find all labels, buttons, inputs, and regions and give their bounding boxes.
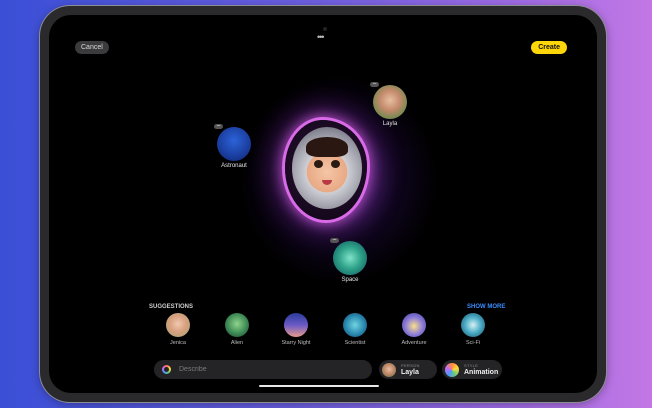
suggestion-starry-night[interactable]: Starry Night [276, 313, 316, 346]
suggestion-label: Alien [230, 340, 244, 346]
landscape-icon [402, 313, 426, 337]
preview-hair [306, 137, 348, 157]
show-more-link[interactable]: SHOW MORE [467, 304, 505, 310]
spaceship-icon [461, 313, 485, 337]
suggestion-label: Scientist [344, 340, 366, 346]
person-avatar-icon [382, 362, 396, 377]
remove-concept-icon[interactable]: – [370, 81, 379, 87]
suggestion-label: Starry Night [281, 340, 311, 346]
concept-label: Layla [382, 121, 398, 127]
planet-icon: – [330, 237, 367, 275]
ipad-frame: Cancel ••• Create – Astronaut – Layla – [40, 6, 606, 402]
suggestion-jenica[interactable]: Jenica [158, 313, 198, 346]
person-chip[interactable]: PERSON Layla [379, 360, 437, 379]
concept-label: Astronaut [221, 163, 247, 169]
chip-caption: PERSON [401, 362, 420, 368]
flask-icon [343, 313, 367, 337]
ellipsis-icon[interactable]: ••• [317, 32, 325, 42]
suggestion-label: Adventure [401, 340, 427, 346]
suggestion-alien[interactable]: Alien [217, 313, 257, 346]
remove-concept-icon[interactable]: – [330, 237, 339, 243]
person-avatar-icon: – [370, 81, 407, 119]
camera [323, 27, 327, 31]
sparkle-icon [162, 365, 171, 374]
image-playground-screen: Cancel ••• Create – Astronaut – Layla – [49, 15, 597, 393]
suggestion-adventure[interactable]: Adventure [394, 313, 434, 346]
chip-value: Layla [401, 368, 419, 376]
cancel-button[interactable]: Cancel [75, 41, 109, 54]
describe-field[interactable] [154, 360, 372, 379]
chip-caption: STYLE [464, 362, 479, 368]
concept-layla[interactable]: – Layla [370, 81, 407, 127]
concept-space[interactable]: – Space [330, 237, 367, 283]
describe-input[interactable] [177, 365, 361, 374]
suggestion-scientist[interactable]: Scientist [335, 313, 375, 346]
concept-label: Space [341, 277, 359, 283]
astronaut-icon: – [214, 123, 251, 161]
remove-concept-icon[interactable]: – [214, 123, 223, 129]
create-button[interactable]: Create [531, 41, 567, 54]
preview-eye-left [314, 160, 323, 168]
suggestion-label: Jenica [170, 340, 186, 346]
starry-night-icon [284, 313, 308, 337]
suggestions-heading: SUGGESTIONS [149, 304, 194, 310]
suggestion-sci-fi[interactable]: Sci-Fi [453, 313, 493, 346]
concept-astronaut[interactable]: – Astronaut [214, 123, 251, 169]
person-avatar-icon [166, 313, 190, 337]
preview-eye-right [331, 160, 340, 168]
style-chip[interactable]: STYLE Animation [442, 360, 502, 379]
style-icon [445, 362, 459, 377]
alien-icon [225, 313, 249, 337]
suggestion-label: Sci-Fi [465, 340, 481, 346]
home-indicator[interactable] [259, 385, 379, 387]
chip-value: Animation [464, 368, 499, 376]
